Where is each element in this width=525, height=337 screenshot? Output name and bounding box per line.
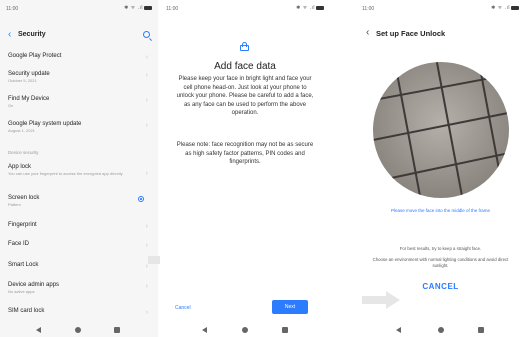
nav-recent-icon[interactable] xyxy=(282,327,288,333)
back-arrow-icon[interactable]: ‹ xyxy=(8,30,11,40)
cancel-button[interactable]: Cancel xyxy=(175,305,191,311)
chevron-right-icon: › xyxy=(145,122,148,129)
settings-item-device-admin-apps[interactable]: Device admin apps No active apps › xyxy=(8,282,150,294)
nav-home-icon[interactable] xyxy=(438,327,444,333)
nav-recent-icon[interactable] xyxy=(114,327,120,333)
item-sublabel: October 5, 2021 xyxy=(8,78,37,83)
battery-icon xyxy=(511,5,519,10)
item-label: App lock xyxy=(8,164,32,170)
chevron-right-icon: › xyxy=(145,283,148,290)
search-icon[interactable] xyxy=(143,31,150,38)
status-icons: ✱ ᯤ .ıl xyxy=(296,5,324,11)
back-arrow-icon[interactable]: ‹ xyxy=(366,28,369,38)
face-unlock-header: ‹ Set up Face Unlock xyxy=(366,28,517,40)
flow-arrow-icon xyxy=(362,291,400,309)
chevron-right-icon: › xyxy=(145,223,148,230)
nav-bar xyxy=(0,323,158,337)
nav-back-icon[interactable] xyxy=(36,327,41,333)
item-label: Find My Device xyxy=(8,96,50,102)
item-label: Smart Lock xyxy=(8,262,39,268)
position-hint: Please move the face into the middle of … xyxy=(390,208,491,213)
item-sublabel: No active apps xyxy=(8,289,35,294)
settings-item-fingerprint[interactable]: Fingerprint › xyxy=(8,222,150,230)
status-bar: 11:00 ✱ ᯤ .ıl xyxy=(362,4,519,14)
item-label: Screen lock xyxy=(8,195,40,201)
next-button[interactable]: Next xyxy=(272,300,308,314)
status-bar: 11:00 ✱ ᯤ .ıl xyxy=(6,4,152,14)
nav-recent-icon[interactable] xyxy=(478,327,484,333)
item-label: SIM card lock xyxy=(8,308,45,314)
item-sublabel: On xyxy=(8,103,14,108)
item-label: Device admin apps xyxy=(8,282,60,288)
settings-item-security-update[interactable]: Security update October 5, 2021 › xyxy=(8,71,150,83)
chevron-right-icon: › xyxy=(145,309,148,316)
nav-back-icon[interactable] xyxy=(202,327,207,333)
settings-item-face-id[interactable]: Face ID › xyxy=(8,241,150,249)
settings-item-google-play-protect[interactable]: Google Play Protect › xyxy=(8,53,150,61)
security-settings-screen: 11:00 ✱ ᯤ .ıl ‹ Security Google Play Pro… xyxy=(0,0,158,337)
item-sublabel: Pattern xyxy=(8,202,21,207)
security-note-text: Please note: face recognition may not be… xyxy=(176,142,314,165)
item-sublabel: You can use your fingerprint to access t… xyxy=(8,171,123,176)
nav-back-icon[interactable] xyxy=(396,327,401,333)
item-sublabel: August 1, 2021 xyxy=(8,128,35,133)
page-title: Add face data xyxy=(214,61,276,72)
chevron-right-icon: › xyxy=(145,54,148,61)
status-time: 11:00 xyxy=(362,6,375,12)
gear-icon[interactable] xyxy=(138,196,144,202)
section-header-device-security: Device security xyxy=(8,150,39,155)
settings-item-sim-card-lock[interactable]: SIM card lock › xyxy=(8,308,150,316)
chevron-right-icon: › xyxy=(145,97,148,104)
nav-bar xyxy=(356,323,525,337)
status-time: 11:00 xyxy=(166,6,179,12)
camera-preview xyxy=(373,62,509,198)
status-icons: ✱ ᯤ .ıl xyxy=(491,5,519,11)
chevron-right-icon: › xyxy=(145,242,148,249)
settings-item-find-my-device[interactable]: Find My Device On › xyxy=(8,96,150,108)
page-title: Security xyxy=(18,31,46,38)
nav-bar xyxy=(160,323,330,337)
chevron-right-icon: › xyxy=(145,72,148,79)
straight-face-hint: For best results, try to keep a straight… xyxy=(399,246,482,251)
instructions-text: Please keep your face in bright light an… xyxy=(176,76,314,116)
battery-icon xyxy=(316,5,324,10)
settings-item-smart-lock[interactable]: Smart Lock › xyxy=(8,262,150,270)
battery-icon xyxy=(144,5,152,10)
chevron-right-icon: › xyxy=(145,170,148,177)
lock-icon xyxy=(240,42,249,51)
item-label: Fingerprint xyxy=(8,222,37,228)
lighting-hint: Choose an environment with normal lighti… xyxy=(372,257,509,268)
item-label: Face ID xyxy=(8,241,30,247)
item-label: Security update xyxy=(8,71,50,77)
item-label: Google Play system update xyxy=(8,121,82,127)
item-label: Google Play Protect xyxy=(8,53,62,59)
face-unlock-setup-screen: 11:00 ✱ ᯤ .ıl ‹ Set up Face Unlock Pleas… xyxy=(356,0,525,337)
status-icons: ✱ ᯤ .ıl xyxy=(124,5,152,11)
security-header: ‹ Security xyxy=(8,30,150,42)
settings-item-screen-lock[interactable]: Screen lock Pattern xyxy=(8,195,150,207)
add-face-data-screen: 11:00 ✱ ᯤ .ıl Add face data Please keep … xyxy=(160,0,330,337)
settings-item-app-lock[interactable]: App lock You can use your fingerprint to… xyxy=(8,164,150,177)
status-time: 11:00 xyxy=(6,6,19,12)
status-bar: 11:00 ✱ ᯤ .ıl xyxy=(166,4,324,14)
nav-home-icon[interactable] xyxy=(242,327,248,333)
nav-home-icon[interactable] xyxy=(75,327,81,333)
page-title: Set up Face Unlock xyxy=(376,29,446,38)
settings-item-system-update[interactable]: Google Play system update August 1, 2021… xyxy=(8,121,150,133)
